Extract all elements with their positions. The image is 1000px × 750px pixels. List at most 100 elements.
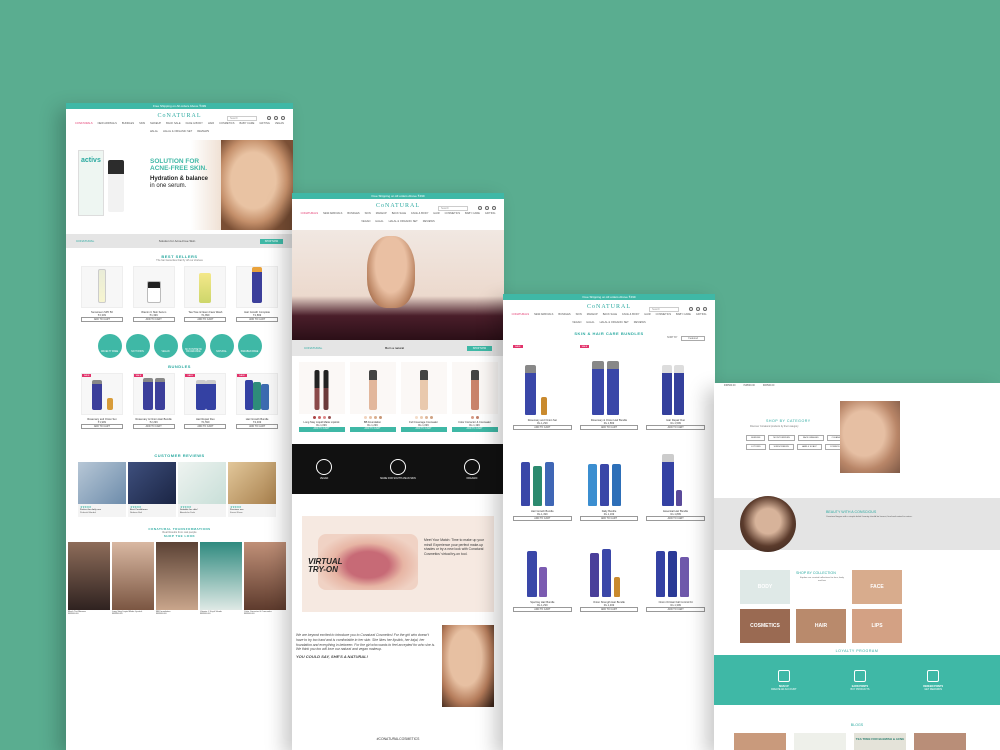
search-input[interactable]: Search <box>438 206 468 211</box>
add-to-cart-button[interactable]: ADD TO CART <box>400 427 447 432</box>
nav-item[interactable]: COSMETICS <box>445 212 460 215</box>
add-to-cart-button[interactable]: ADD TO CART <box>184 424 227 429</box>
virtual-tryon-section[interactable]: VIRTUAL TRY-ON Meet Your Match: Time to m… <box>302 516 494 612</box>
category-chip[interactable]: LOTIONS <box>746 444 766 450</box>
nav-item[interactable]: SKIN <box>365 212 371 215</box>
product-card[interactable]: Tea Tree & Neem Face Wash ₹1,899 ADD TO … <box>184 266 227 322</box>
product-card[interactable]: Sunscreen SPF 50 ₹2,309 ADD TO CART <box>80 266 123 322</box>
product-card[interactable]: Full Coverage Concealer Rs.1,099 ADD TO … <box>400 362 447 432</box>
nav-item[interactable]: HALAL & ORGANIC SET <box>600 321 629 324</box>
search-input[interactable]: Search <box>227 116 257 121</box>
add-to-cart-button[interactable]: ADD TO CART <box>80 424 123 429</box>
nav-item[interactable]: BABY CARE <box>465 212 480 215</box>
product-card[interactable]: Onion Strength Hair Bundle Rs.1,499 ADD … <box>579 527 639 612</box>
nav-item[interactable]: HAIR <box>208 122 214 125</box>
bundle-card[interactable]: SALE Rosemary and Onion Set ₹1,999 ADD T… <box>80 373 123 429</box>
add-to-cart-button[interactable]: ADD TO CART <box>451 427 498 432</box>
product-card[interactable]: Long Stay Liquid Matte Lipstick Rs.1,099… <box>298 362 345 432</box>
bundle-card[interactable]: SALE Hair Repair Duo ₹1,599 ADD TO CART <box>184 373 227 429</box>
cart-icon[interactable] <box>703 307 707 311</box>
product-card[interactable]: Vitamin C Skin Serum ₹1,399 ADD TO CART <box>132 266 175 322</box>
shade-swatches[interactable] <box>350 416 396 419</box>
nav-item[interactable]: HAIR <box>644 313 650 316</box>
collection-tile[interactable]: FACE <box>852 570 902 604</box>
add-to-cart-button[interactable]: ADD TO CART <box>646 607 705 612</box>
category-chip[interactable]: HAIR & SCALP <box>796 444 822 450</box>
nav-item[interactable]: BUNDLES <box>558 313 570 316</box>
nav-item[interactable]: CONATURALS <box>75 122 93 125</box>
product-card[interactable]: Hair Growth Complete ₹1,899 ADD TO CART <box>236 266 279 322</box>
review-card[interactable]: ★★★★★ Best Conditioner Nudeen Bali <box>128 462 176 517</box>
product-card[interactable]: SALE Rosemary & Onion Hair Bundle Rs.1,8… <box>579 345 639 430</box>
category-chip[interactable]: MOISTURIZERS <box>768 435 795 441</box>
product-card[interactable]: Onion Oil Hair Fall Control Kit Rs.1,399… <box>646 527 705 612</box>
nav-item[interactable]: HALAL <box>150 130 158 133</box>
look-photo[interactable] <box>156 542 198 610</box>
product-card[interactable]: Color Corrector & Concealer Rs.1,199 ADD… <box>451 362 498 432</box>
nav-item[interactable]: VEGAN <box>361 220 370 223</box>
add-to-cart-button[interactable]: ADD TO CART <box>513 607 572 612</box>
user-icon[interactable] <box>696 307 700 311</box>
add-to-cart-button[interactable]: ADD TO CART <box>513 516 572 521</box>
review-card[interactable]: ★★★★★ Perfect for daily use Prakash Mandal <box>78 462 126 517</box>
product-card[interactable]: BB Foundation Rs.1,299 ADD TO CART <box>349 362 396 432</box>
user-icon[interactable] <box>274 116 278 120</box>
nav-item[interactable]: COSMETICS <box>656 313 671 316</box>
look-photo[interactable] <box>200 542 242 610</box>
product-card[interactable]: Hair Repair Duo Rs.1,599 ADD TO CART <box>646 345 705 430</box>
nav-item[interactable]: MAKEUP <box>376 212 387 215</box>
add-to-cart-button[interactable]: ADD TO CART <box>646 425 705 430</box>
nav-item[interactable]: HALAL & ORGANIC SET <box>389 220 418 223</box>
add-to-cart-button[interactable]: ADD TO CART <box>349 427 396 432</box>
cart-icon[interactable] <box>492 206 496 210</box>
sort-select[interactable]: Featured <box>681 336 705 341</box>
nav-item[interactable]: VEGAN <box>275 122 284 125</box>
nav-item[interactable]: REVIEWS <box>423 220 435 223</box>
nav-item[interactable]: NEW ARRIVALS <box>534 313 553 316</box>
review-card[interactable]: ★★★★★ Suitable for skin! Akanksha Dalvi <box>178 462 226 517</box>
add-to-cart-button[interactable]: ADD TO CART <box>513 425 572 430</box>
review-card[interactable]: ★★★★★ Precious use Kaveri Khare <box>228 462 276 517</box>
add-to-cart-button[interactable]: ADD TO CART <box>132 424 175 429</box>
nav-item[interactable]: BUNDLES <box>122 122 134 125</box>
category-chip[interactable]: SERUMS <box>746 435 766 441</box>
nav-item[interactable]: BACK SALE <box>392 212 406 215</box>
shop-now-button[interactable]: SHOP NOW <box>466 345 492 351</box>
category-chip[interactable]: SUNSCREENS <box>768 444 794 450</box>
blog-card[interactable] <box>914 733 966 750</box>
look-photo[interactable] <box>68 542 110 610</box>
nav-item[interactable]: GIFTING <box>485 212 496 215</box>
nav-item[interactable]: HALAL & ORGANIC SET <box>163 130 192 133</box>
nav-item[interactable]: MAKEUP <box>150 122 161 125</box>
nav-item[interactable]: COSMETICS <box>219 122 234 125</box>
search-icon[interactable] <box>689 307 693 311</box>
bundle-card[interactable]: SALE Rosemary & Onion Hair Bundle ₹2,299… <box>132 373 175 429</box>
collection-tile[interactable]: COSMETICS <box>740 609 790 643</box>
category-chip[interactable]: FACE WASHES <box>797 435 824 441</box>
nav-item[interactable]: NEW ARRIVALS <box>323 212 342 215</box>
search-icon[interactable] <box>478 206 482 210</box>
nav-item[interactable]: REVIEWS <box>197 130 209 133</box>
user-icon[interactable] <box>485 206 489 210</box>
nav-item[interactable]: CONATURALS <box>512 313 530 316</box>
nav-item[interactable]: HALAL <box>375 220 383 223</box>
nav-item[interactable]: FACE & BODY <box>411 212 428 215</box>
collection-tile[interactable]: HAIR <box>796 609 846 643</box>
blog-card[interactable]: TEA TREE FOR BLEMISH & ACNE <box>854 733 906 750</box>
add-to-cart-button[interactable]: ADD TO CART <box>579 516 639 521</box>
collection-tile[interactable]: BODY <box>740 570 790 604</box>
nav-item[interactable]: HAIR <box>433 212 439 215</box>
add-to-cart-button[interactable]: ADD TO CART <box>236 317 279 322</box>
add-to-cart-button[interactable]: ADD TO CART <box>298 427 345 432</box>
nav-item[interactable]: FACE & BODY <box>622 313 639 316</box>
product-card[interactable]: Daily Bundle Rs.1,199 ADD TO CART <box>579 436 639 521</box>
bundle-card[interactable]: SALE Hair Growth Bundle ₹2,499 ADD TO CA… <box>236 373 279 429</box>
shade-swatches[interactable] <box>452 416 498 419</box>
add-to-cart-button[interactable]: ADD TO CART <box>236 424 279 429</box>
shade-swatches[interactable] <box>401 416 447 419</box>
add-to-cart-button[interactable]: ADD TO CART <box>184 317 227 322</box>
product-card[interactable]: Essential Hair Bundle Rs.1,899 ADD TO CA… <box>646 436 705 521</box>
nav-item[interactable]: GIFTING <box>259 122 270 125</box>
add-to-cart-button[interactable]: ADD TO CART <box>80 317 123 322</box>
nav-item[interactable]: HALAL <box>586 321 594 324</box>
